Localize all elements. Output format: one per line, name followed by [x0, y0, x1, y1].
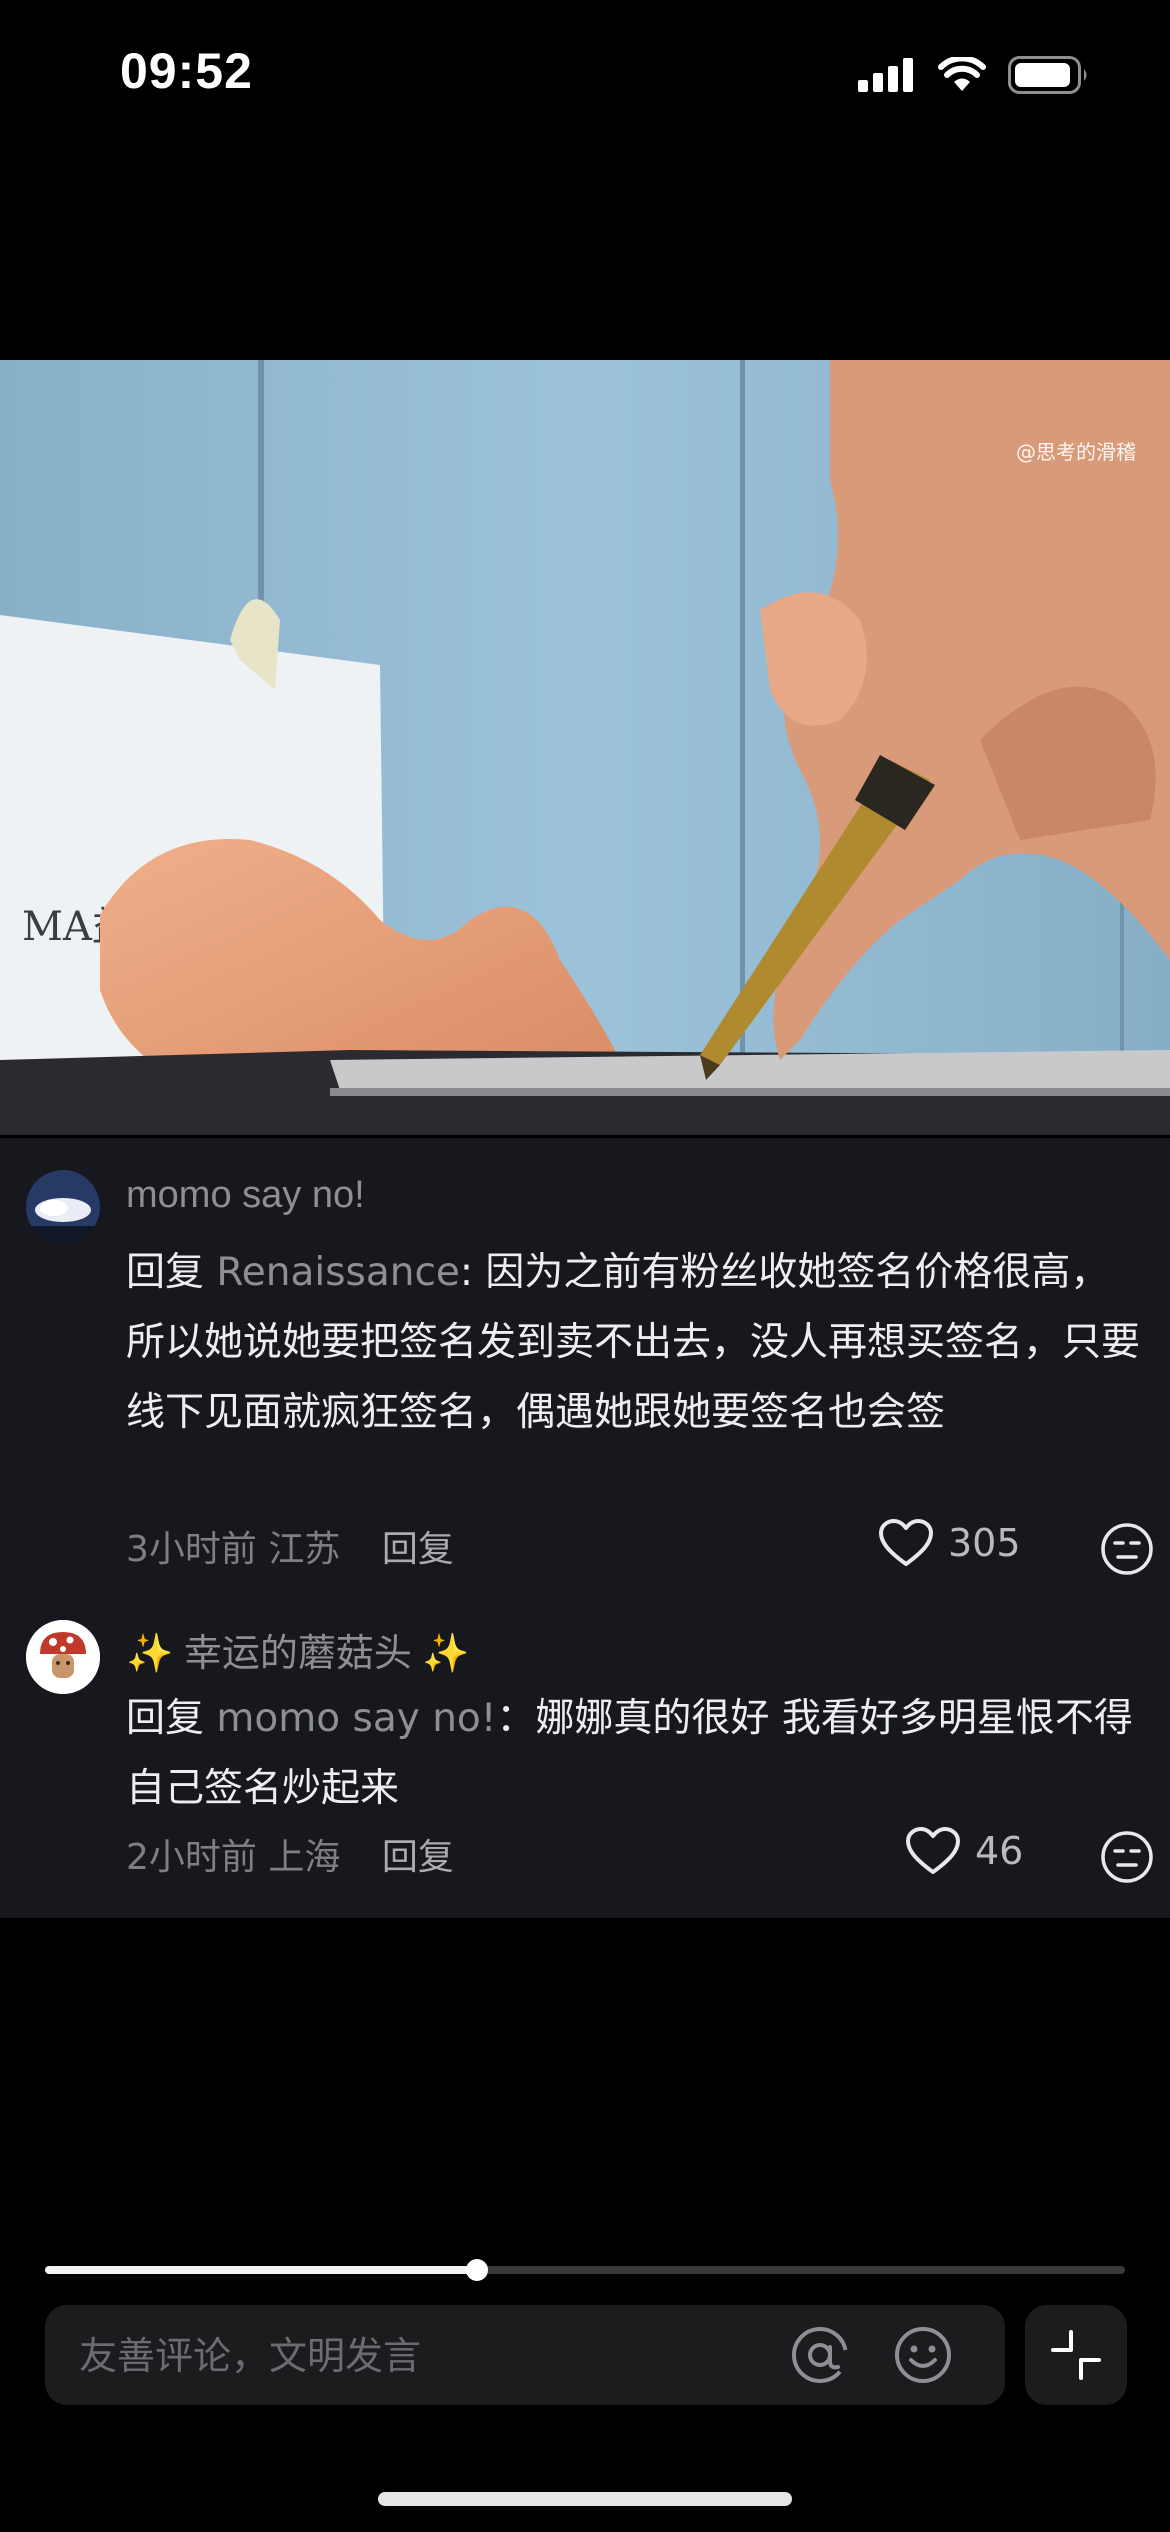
reply-button[interactable]: 回复	[382, 1529, 454, 1570]
heart-icon	[879, 1519, 933, 1566]
cellular-signal-icon	[858, 58, 913, 92]
dislike-face-icon[interactable]	[1100, 1830, 1154, 1884]
comment-location: 上海	[268, 1837, 341, 1878]
progress-fill	[45, 2266, 477, 2274]
comment-location: 江苏	[268, 1529, 341, 1570]
like-button[interactable]: 305	[878, 1518, 1021, 1568]
status-icons	[858, 56, 1090, 94]
heart-icon	[906, 1827, 960, 1874]
comment-time: 2小时前	[126, 1837, 257, 1878]
comment-text: 回复 Renaissance: 因为之前有粉丝收她签名价格很高，所以她说她要把签…	[126, 1238, 1141, 1448]
video-player[interactable]: MA益 @思考的滑稽	[0, 360, 1170, 1135]
wifi-icon	[938, 57, 986, 91]
comment-input[interactable]	[77, 2305, 801, 2407]
status-time: 09:52	[120, 43, 253, 99]
at-mention-icon[interactable]	[790, 2325, 850, 2385]
collapse-button[interactable]	[1025, 2305, 1127, 2405]
dislike-face-icon[interactable]	[1100, 1522, 1154, 1576]
status-bar: 09:52	[0, 0, 1170, 150]
comment-meta: 3小时前 江苏 回复	[126, 1520, 454, 1572]
collapse-icon	[1051, 2330, 1101, 2380]
like-button[interactable]: 46	[905, 1826, 1023, 1876]
video-watermark: @思考的滑稽	[1016, 440, 1136, 464]
comment-time: 3小时前	[126, 1529, 257, 1570]
video-progress-bar[interactable]	[45, 2259, 1125, 2281]
comment-meta: 2小时前 上海 回复	[126, 1828, 454, 1880]
comment-text: 回复 momo say no!：娜娜真的很好 我看好多明星恨不得自己签名炒起来	[126, 1684, 1141, 1824]
reply-button[interactable]: 回复	[382, 1837, 454, 1878]
comment-username[interactable]: ✨ 幸运的蘑菇头 ✨	[126, 1622, 470, 1677]
comment-input-bar	[45, 2305, 1005, 2407]
progress-scrubber[interactable]	[466, 2259, 488, 2281]
like-count: 305	[948, 1521, 1021, 1565]
avatar[interactable]	[26, 1620, 100, 1694]
home-indicator	[378, 2492, 792, 2506]
comment-username[interactable]: momo say no!	[126, 1174, 365, 1217]
video-frame: MA益	[0, 360, 1170, 1135]
comment-panel: momo say no! 回复 Renaissance: 因为之前有粉丝收她签名…	[0, 1138, 1170, 1918]
reply-prefix: 回复	[126, 1250, 217, 1295]
avatar[interactable]	[26, 1170, 100, 1244]
emoji-icon[interactable]	[893, 2325, 953, 2385]
reply-prefix: 回复	[126, 1696, 217, 1741]
like-count: 46	[975, 1829, 1024, 1873]
reply-mention[interactable]: Renaissance	[216, 1250, 459, 1295]
battery-icon	[1008, 56, 1087, 94]
reply-mention[interactable]: momo say no!	[216, 1696, 496, 1741]
